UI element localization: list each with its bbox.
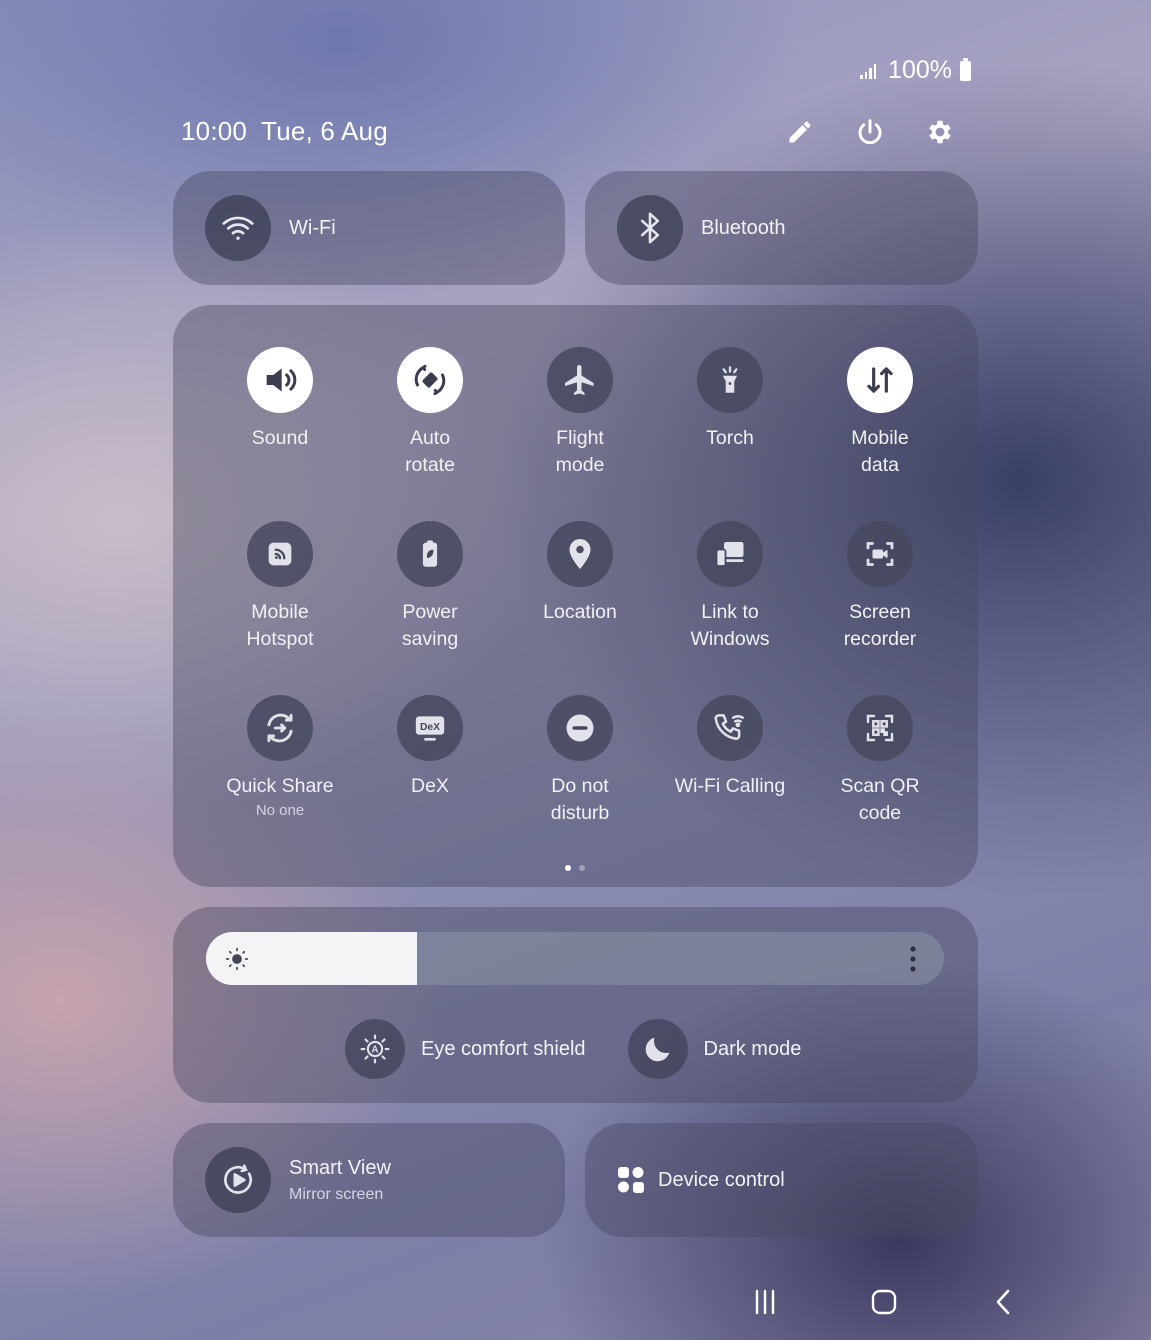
device-control-tile[interactable]: Device control bbox=[585, 1123, 978, 1237]
wifi-label: Wi-Fi bbox=[289, 216, 336, 239]
tile-label: Location bbox=[543, 601, 617, 623]
tile-label: Mobile data bbox=[851, 427, 909, 476]
bluetooth-tile[interactable]: Bluetooth bbox=[585, 171, 978, 285]
tile-scan-qr-code[interactable]: Scan QR code bbox=[805, 695, 955, 869]
moon-icon bbox=[627, 1019, 688, 1079]
tile-flight-mode[interactable]: Flight mode bbox=[505, 347, 655, 521]
tile-auto-rotate[interactable]: Auto rotate bbox=[355, 347, 505, 521]
signal-icon bbox=[860, 63, 877, 79]
tile-label: Scan QR code bbox=[840, 775, 920, 824]
device-control-label: Device control bbox=[658, 1168, 785, 1191]
page-dot bbox=[579, 865, 585, 871]
tile-sublabel: No one bbox=[255, 802, 305, 819]
airplane-icon bbox=[547, 347, 613, 413]
tile-label: Quick Share bbox=[226, 775, 334, 797]
dex-icon: DeX bbox=[397, 695, 463, 761]
eye-comfort-label: Eye comfort shield bbox=[421, 1037, 586, 1060]
eye-comfort-icon: A bbox=[345, 1019, 405, 1079]
svg-text:A: A bbox=[371, 1045, 378, 1056]
link-to-windows-icon bbox=[697, 521, 763, 587]
power-saving-icon bbox=[397, 521, 463, 587]
settings-icon[interactable] bbox=[922, 114, 958, 150]
auto-rotate-icon bbox=[397, 347, 463, 413]
page-dot-active bbox=[565, 865, 571, 871]
smart-view-icon bbox=[205, 1147, 271, 1213]
tile-label: Torch bbox=[706, 427, 754, 449]
tile-label: Screen recorder bbox=[843, 601, 917, 650]
tile-label: Wi-Fi Calling bbox=[674, 775, 786, 797]
navigation-bar bbox=[0, 1284, 1151, 1324]
date: Tue, 6 Aug bbox=[261, 116, 388, 146]
quick-settings-panel: Sound Auto rotate Flight mode Torch Mobi… bbox=[173, 305, 978, 887]
bluetooth-label: Bluetooth bbox=[701, 216, 786, 239]
battery-icon bbox=[960, 57, 971, 81]
wifi-calling-icon bbox=[697, 695, 763, 761]
bluetooth-icon bbox=[617, 195, 683, 261]
home-icon[interactable] bbox=[864, 1284, 904, 1320]
tile-wifi-calling[interactable]: Wi-Fi Calling bbox=[655, 695, 805, 869]
hotspot-icon bbox=[247, 521, 313, 587]
device-control-icon bbox=[618, 1167, 644, 1193]
screen-recorder-icon bbox=[847, 521, 913, 587]
tile-mobile-hotspot[interactable]: Mobile Hotspot bbox=[205, 521, 355, 695]
edit-icon[interactable] bbox=[782, 114, 818, 150]
datetime: 10:00 Tue, 6 Aug bbox=[181, 116, 388, 147]
clock: 10:00 bbox=[181, 116, 248, 146]
header-actions bbox=[782, 114, 958, 150]
sound-icon bbox=[247, 347, 313, 413]
tile-power-saving[interactable]: Power saving bbox=[355, 521, 505, 695]
wifi-tile[interactable]: Wi-Fi bbox=[173, 171, 565, 285]
do-not-disturb-icon bbox=[547, 695, 613, 761]
brightness-icon bbox=[224, 946, 250, 977]
status-bar: 100% bbox=[860, 56, 971, 85]
tile-quick-share[interactable]: Quick Share No one bbox=[205, 695, 355, 869]
smart-view-text: Smart View Mirror screen bbox=[289, 1157, 391, 1204]
tile-mobile-data[interactable]: Mobile data bbox=[805, 347, 955, 521]
tile-label: DeX bbox=[411, 775, 449, 797]
page-indicator bbox=[565, 865, 585, 871]
torch-icon bbox=[697, 347, 763, 413]
tile-label: Sound bbox=[251, 427, 309, 449]
location-icon bbox=[547, 521, 613, 587]
quick-share-icon bbox=[247, 695, 313, 761]
smart-view-sublabel: Mirror screen bbox=[289, 1185, 384, 1203]
eye-comfort-shield-toggle[interactable]: A Eye comfort shield bbox=[345, 1019, 586, 1079]
tile-dex[interactable]: DeX DeX bbox=[355, 695, 505, 869]
tile-label: Flight mode bbox=[555, 427, 605, 476]
more-options-icon[interactable] bbox=[908, 945, 918, 978]
svg-text:DeX: DeX bbox=[420, 722, 440, 733]
mobile-data-icon bbox=[847, 347, 913, 413]
tile-grid: Sound Auto rotate Flight mode Torch Mobi… bbox=[205, 347, 955, 869]
tile-label: Link to Windows bbox=[690, 601, 770, 650]
dark-mode-toggle[interactable]: Dark mode bbox=[627, 1019, 802, 1079]
wifi-icon bbox=[205, 195, 271, 261]
power-icon[interactable] bbox=[852, 114, 888, 150]
dark-mode-label: Dark mode bbox=[703, 1037, 802, 1060]
brightness-slider[interactable] bbox=[206, 932, 944, 985]
tile-location[interactable]: Location bbox=[505, 521, 655, 695]
qr-scan-icon bbox=[847, 695, 913, 761]
tile-label: Do not disturb bbox=[550, 775, 610, 824]
display-toggles: A Eye comfort shield Dark mode bbox=[345, 1019, 801, 1079]
tile-label: Power saving bbox=[401, 601, 459, 650]
tile-torch[interactable]: Torch bbox=[655, 347, 805, 521]
tile-do-not-disturb[interactable]: Do not disturb bbox=[505, 695, 655, 869]
back-icon[interactable] bbox=[984, 1284, 1024, 1320]
tile-sound[interactable]: Sound bbox=[205, 347, 355, 521]
tile-label: Auto rotate bbox=[405, 427, 455, 476]
tile-label: Mobile Hotspot bbox=[246, 601, 314, 650]
display-panel: A Eye comfort shield Dark mode bbox=[173, 907, 978, 1103]
tile-screen-recorder[interactable]: Screen recorder bbox=[805, 521, 955, 695]
battery-percentage: 100% bbox=[888, 56, 952, 84]
smart-view-label: Smart View bbox=[289, 1156, 391, 1179]
recents-icon[interactable] bbox=[745, 1284, 785, 1320]
tile-link-to-windows[interactable]: Link to Windows bbox=[655, 521, 805, 695]
smart-view-tile[interactable]: Smart View Mirror screen bbox=[173, 1123, 565, 1237]
